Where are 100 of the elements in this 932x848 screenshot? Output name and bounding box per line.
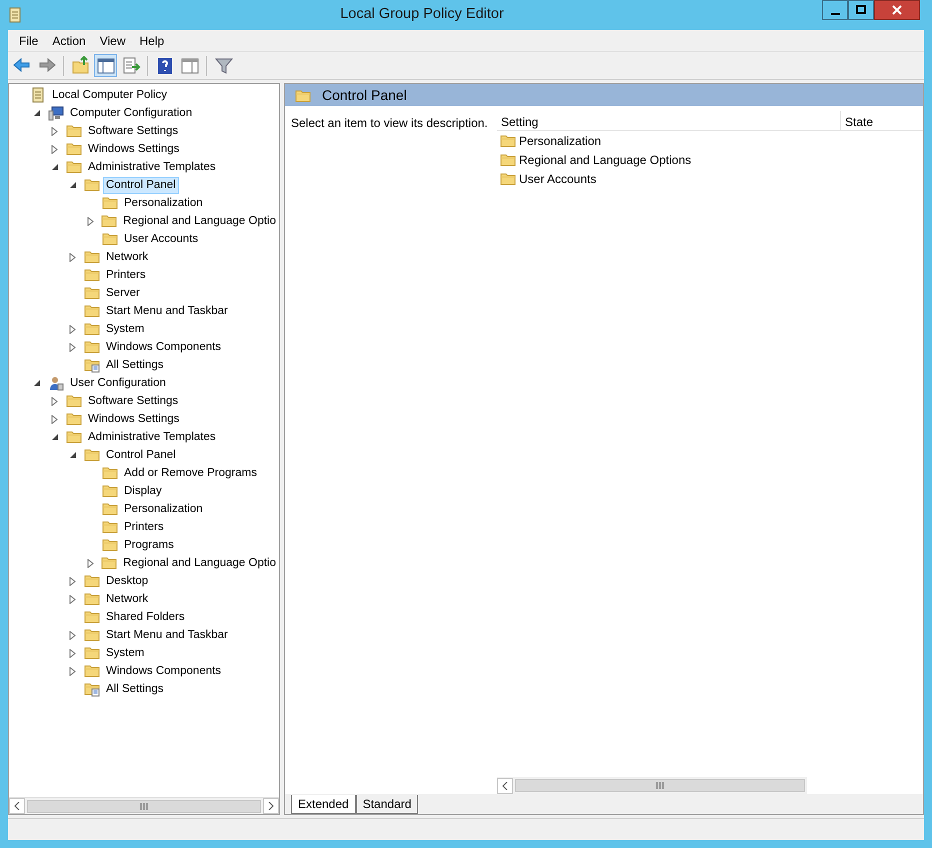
- folder-icon: [84, 267, 100, 283]
- computer-icon: [48, 105, 64, 121]
- folder-icon: [500, 132, 516, 148]
- folder-icon: [84, 645, 100, 661]
- description-text: Select an item to view its description.: [290, 115, 489, 132]
- tree-item[interactable]: Administrative Templates: [85, 158, 219, 176]
- tree-item[interactable]: System: [103, 644, 148, 662]
- tree-item[interactable]: Windows Settings: [85, 140, 182, 158]
- tree-item[interactable]: Personalization: [121, 500, 206, 518]
- tree-item[interactable]: Control Panel: [103, 176, 179, 194]
- folder-icon: [84, 573, 100, 589]
- tree-item[interactable]: All Settings: [103, 680, 167, 698]
- folder-icon: [101, 555, 118, 571]
- folder-icon: [101, 213, 118, 229]
- view-tab[interactable]: Extended: [291, 795, 356, 814]
- tree-item[interactable]: Network: [103, 590, 152, 608]
- settings-folder-icon: [84, 681, 100, 697]
- minimize-button[interactable]: [822, 0, 848, 20]
- folder-icon: [66, 411, 82, 427]
- folder-icon: [500, 170, 516, 186]
- maximize-icon: [856, 5, 866, 15]
- tree-item[interactable]: Windows Components: [103, 662, 224, 680]
- folder-icon: [66, 429, 82, 445]
- tree-item[interactable]: User Configuration: [67, 374, 169, 392]
- scroll-left-button[interactable]: [497, 778, 513, 794]
- tree-item[interactable]: Software Settings: [85, 392, 182, 410]
- folder-icon: [84, 591, 100, 607]
- view-tab[interactable]: Standard: [356, 795, 418, 814]
- tree-item[interactable]: Display: [121, 482, 165, 500]
- folder-icon: [84, 627, 100, 643]
- folder-icon: [102, 501, 118, 517]
- tree-item[interactable]: Start Menu and Taskbar: [103, 302, 231, 320]
- folder-icon: [84, 321, 100, 337]
- folder-icon: [84, 177, 100, 193]
- folder-icon: [84, 609, 100, 625]
- folder-icon: [102, 231, 118, 247]
- tree-item[interactable]: Desktop: [103, 572, 152, 590]
- menu-item[interactable]: File: [12, 32, 46, 50]
- column-header[interactable]: Setting: [497, 111, 841, 130]
- menu-item[interactable]: View: [92, 32, 132, 50]
- close-button[interactable]: [874, 0, 920, 20]
- list-item[interactable]: Personalization: [519, 132, 602, 150]
- folder-icon: [66, 123, 82, 139]
- scroll-left-button[interactable]: [9, 798, 25, 814]
- folder-icon: [66, 159, 82, 175]
- folder-icon: [84, 447, 100, 463]
- user-icon: [48, 375, 64, 391]
- tree-item[interactable]: Regional and Language Optio: [120, 212, 279, 230]
- tree-item[interactable]: Add or Remove Programs: [121, 464, 260, 482]
- tree-item[interactable]: Personalization: [121, 194, 206, 212]
- settings-folder-icon: [84, 357, 100, 373]
- folder-icon: [84, 339, 100, 355]
- tree-item[interactable]: Regional and Language Optio: [120, 554, 279, 572]
- tree-item[interactable]: User Accounts: [121, 230, 202, 248]
- folder-icon: [102, 537, 118, 553]
- expand-arrow[interactable]: [85, 557, 96, 569]
- list-item[interactable]: Regional and Language Options: [519, 150, 692, 168]
- tree-item[interactable]: Shared Folders: [103, 608, 188, 626]
- tree-item[interactable]: Windows Settings: [85, 410, 182, 428]
- folder-icon: [66, 393, 82, 409]
- tree-item[interactable]: Printers: [103, 266, 149, 284]
- folder-icon: [102, 483, 118, 499]
- folder-icon: [84, 249, 100, 265]
- tree-item[interactable]: Network: [103, 248, 152, 266]
- list-item[interactable]: User Accounts: [519, 170, 596, 188]
- tree-item[interactable]: Software Settings: [85, 122, 182, 140]
- menu-item[interactable]: Action: [45, 32, 93, 50]
- folder-icon: [84, 303, 100, 319]
- tree-item[interactable]: Administrative Templates: [85, 428, 219, 446]
- tree-item[interactable]: Programs: [121, 536, 177, 554]
- expand-arrow[interactable]: [85, 215, 96, 227]
- folder-icon: [102, 465, 118, 481]
- menu-item[interactable]: Help: [132, 32, 172, 50]
- tree-item[interactable]: Windows Components: [103, 338, 224, 356]
- folder-icon: [66, 141, 82, 157]
- tree-item[interactable]: Start Menu and Taskbar: [103, 626, 231, 644]
- folder-icon: [84, 663, 100, 679]
- folder-icon: [102, 519, 118, 535]
- column-header[interactable]: State: [841, 111, 923, 130]
- folder-icon: [500, 152, 516, 168]
- pane-toggle-icon[interactable]: [94, 54, 117, 77]
- scrollbar-thumb[interactable]: [515, 779, 805, 792]
- pane-title: Control Panel: [322, 86, 407, 104]
- policy-icon: [8, 7, 22, 23]
- folder-icon: [84, 285, 100, 301]
- tree-item[interactable]: All Settings: [103, 356, 167, 374]
- window-title: Local Group Policy Editor: [339, 5, 505, 24]
- folder-icon: [102, 195, 118, 211]
- close-icon: [892, 5, 902, 15]
- maximize-button[interactable]: [848, 0, 874, 20]
- folder-icon: [295, 88, 311, 104]
- tree-item[interactable]: Server: [103, 284, 143, 302]
- scrollbar-thumb[interactable]: [27, 800, 261, 812]
- tree-item[interactable]: System: [103, 320, 148, 338]
- tree-item[interactable]: Printers: [121, 518, 167, 536]
- tree-item[interactable]: Local Computer Policy: [49, 86, 170, 104]
- minimize-icon: [830, 12, 840, 14]
- scroll-right-button[interactable]: [263, 798, 279, 814]
- tree-item[interactable]: Computer Configuration: [67, 104, 196, 122]
- tree-item[interactable]: Control Panel: [103, 446, 179, 464]
